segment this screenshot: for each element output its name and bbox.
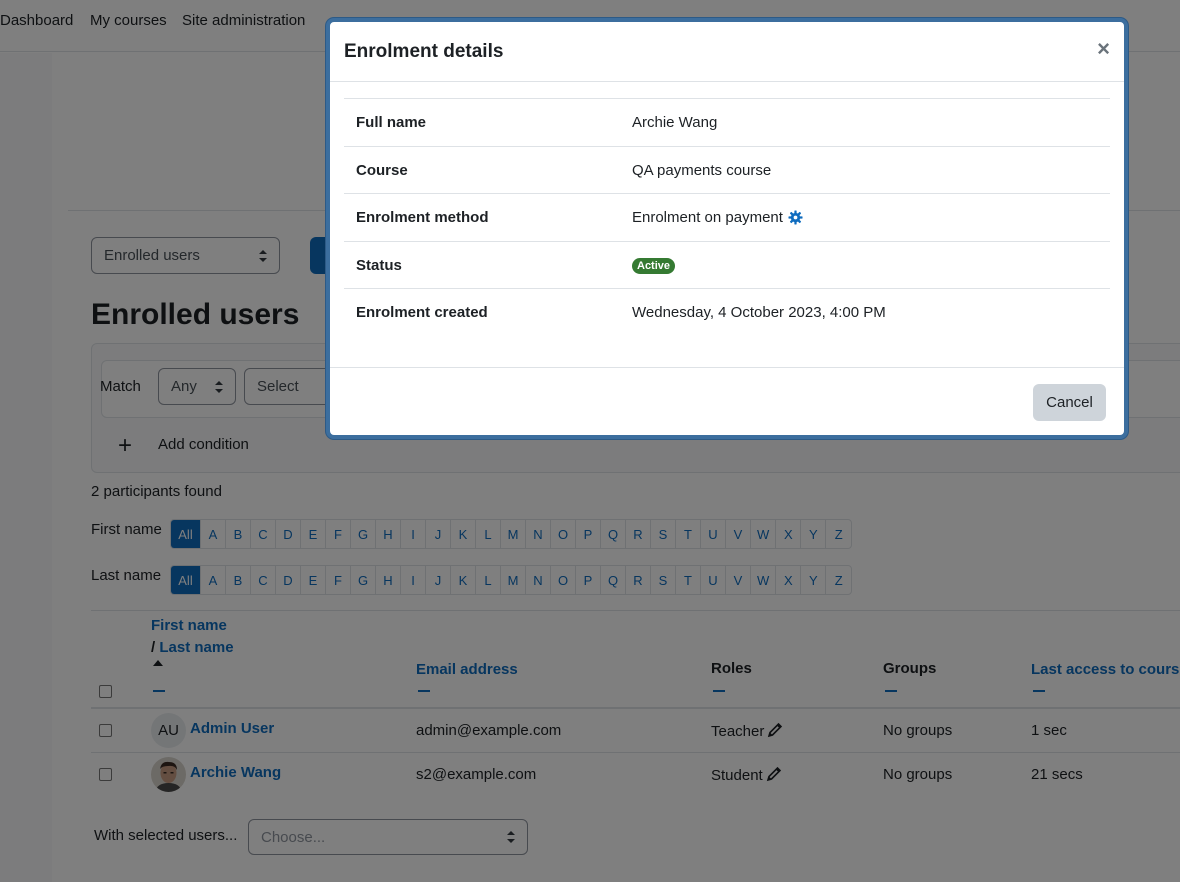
modal-header: Enrolment details × [330,22,1124,82]
detail-label: Enrolment created [356,304,488,321]
detail-row-enrolment-created: Enrolment created Wednesday, 4 October 2… [344,288,1110,336]
detail-value: Enrolment on payment [632,209,803,226]
detail-label: Status [356,256,402,274]
modal-title: Enrolment details [344,41,504,62]
detail-row-enrolment-method: Enrolment method Enrolment on payment [344,193,1110,241]
detail-value: Active [632,257,676,274]
detail-value: Wednesday, 4 October 2023, 4:00 PM [632,304,886,321]
detail-row-course: Course QA payments course [344,145,1110,194]
detail-value: Archie Wang [632,114,718,131]
close-icon[interactable]: × [1097,38,1110,60]
detail-label: Enrolment method [356,209,489,226]
detail-label: Full name [356,114,427,131]
enrolment-method-text: Enrolment on payment [632,209,783,226]
detail-row-full-name: Full name Archie Wang [344,98,1110,146]
modal-body: Full name Archie Wang Course QA payments… [344,98,1110,336]
detail-row-status: Status Active [344,240,1110,289]
detail-value: QA payments course [632,161,772,179]
gear-icon[interactable] [788,210,803,225]
enrolment-details-modal: Enrolment details × Full name Archie Wan… [326,18,1128,439]
modal-footer: Cancel [330,367,1124,435]
detail-label: Course [356,161,408,179]
cancel-button[interactable]: Cancel [1033,384,1106,421]
status-badge: Active [632,257,676,274]
